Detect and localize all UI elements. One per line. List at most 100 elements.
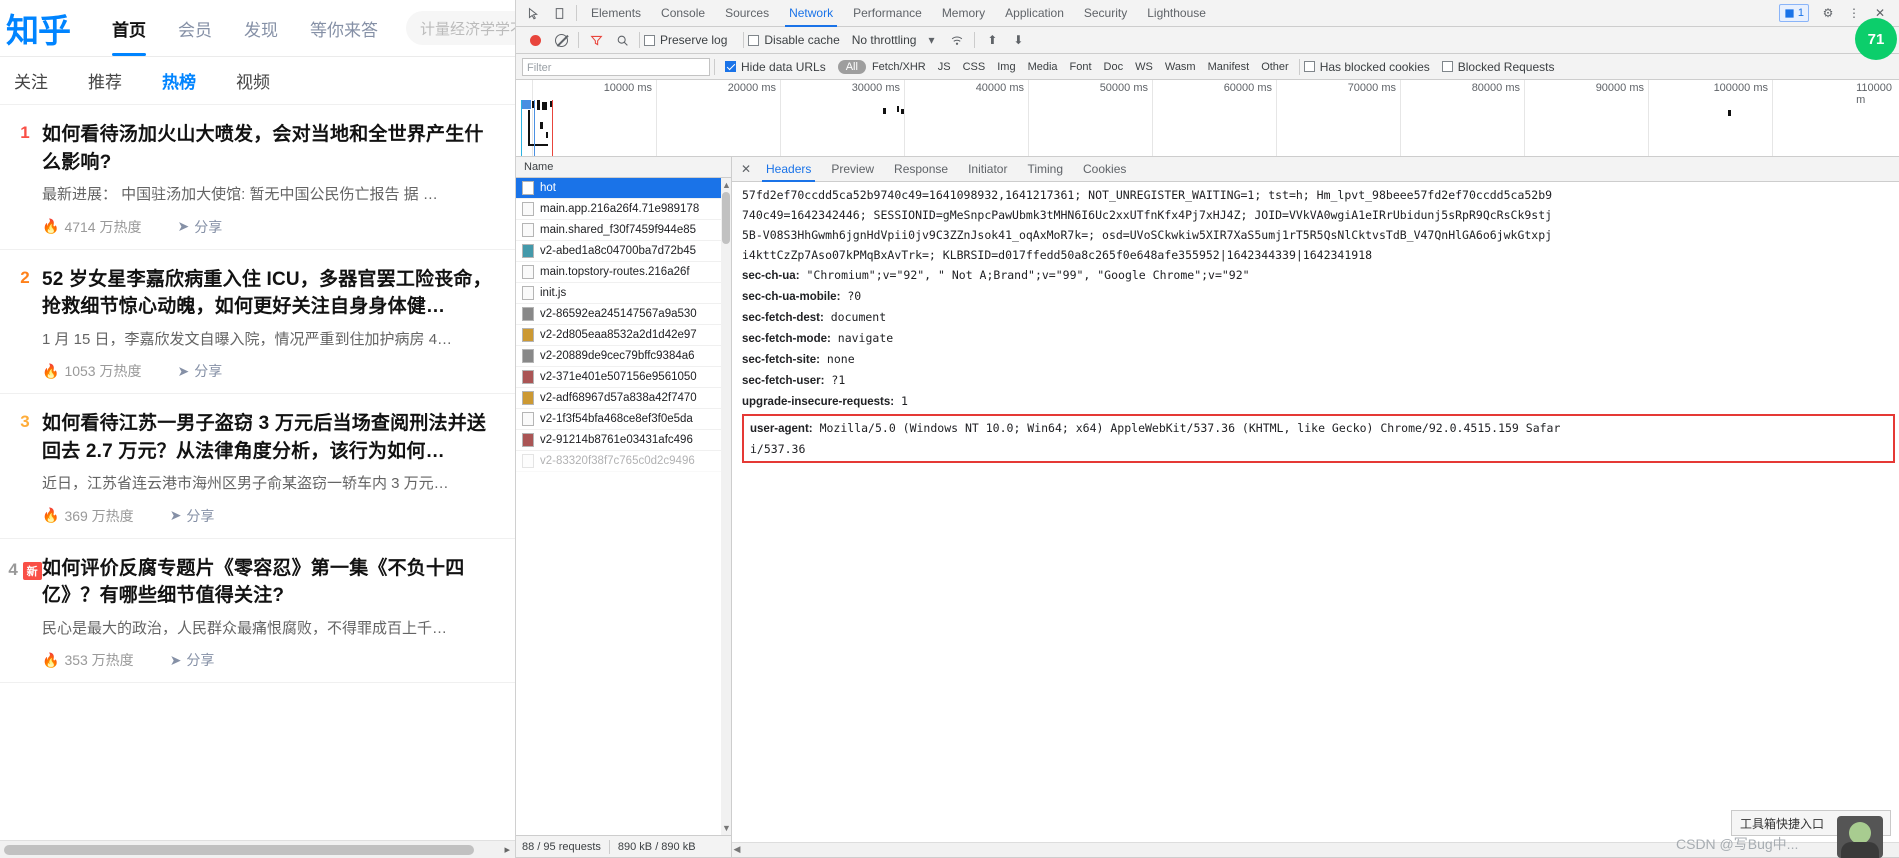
item-title[interactable]: 如何评价反腐专题片《零容忍》第一集《不负十四亿》？有哪些细节值得关注? bbox=[42, 555, 501, 610]
blocked-requests-checkbox[interactable]: Blocked Requests bbox=[1441, 60, 1555, 74]
item-title[interactable]: 如何看待江苏一男子盗窃 3 万元后当场查阅刑法并送回去 2.7 万元？从法律角度… bbox=[42, 410, 501, 465]
zhihu-logo[interactable]: 知乎 bbox=[6, 4, 71, 52]
header-value: Mozilla/5.0 (Windows NT 10.0; Win64; x64… bbox=[819, 421, 1561, 435]
column-header-name[interactable]: Name bbox=[516, 157, 731, 178]
nav-item-answer[interactable]: 等你来答 bbox=[294, 0, 394, 56]
tab-elements[interactable]: Elements bbox=[581, 0, 651, 27]
filter-type-other[interactable]: Other bbox=[1255, 61, 1295, 73]
filter-type-wasm[interactable]: Wasm bbox=[1159, 61, 1202, 73]
chevron-down-icon[interactable]: ▾ bbox=[918, 28, 944, 52]
chevron-right-icon[interactable]: ▸ bbox=[504, 843, 510, 856]
share-button[interactable]: ➤ 分享 bbox=[177, 361, 222, 381]
devtools-panel: Elements Console Sources Network Perform… bbox=[516, 0, 1899, 858]
inspect-element-icon[interactable] bbox=[520, 1, 546, 25]
tab-memory[interactable]: Memory bbox=[932, 0, 995, 27]
close-detail-icon[interactable]: ✕ bbox=[736, 162, 756, 176]
ruler-tick: 50000 ms bbox=[1099, 82, 1148, 94]
request-row[interactable]: v2-adf68967d57a838a42f7470 bbox=[516, 388, 731, 409]
share-button[interactable]: ➤ 分享 bbox=[170, 650, 215, 670]
filter-type-css[interactable]: CSS bbox=[957, 61, 992, 73]
preserve-log-checkbox[interactable]: Preserve log bbox=[644, 33, 727, 47]
scrollbar-thumb[interactable] bbox=[4, 844, 474, 855]
nav-item-discover[interactable]: 发现 bbox=[228, 0, 294, 56]
filter-type-js[interactable]: JS bbox=[932, 61, 957, 73]
scroll-down-arrow[interactable]: ▼ bbox=[722, 821, 731, 835]
tab-recommend[interactable]: 推荐 bbox=[88, 68, 122, 93]
throttling-select[interactable]: No throttling bbox=[852, 33, 917, 47]
network-conditions-icon[interactable] bbox=[944, 28, 970, 52]
nav-item-member[interactable]: 会员 bbox=[162, 0, 228, 56]
tab-hotlist[interactable]: 热榜 bbox=[162, 68, 196, 93]
filter-type-all[interactable]: All bbox=[837, 59, 866, 74]
filter-type-img[interactable]: Img bbox=[991, 61, 1021, 73]
detail-tab-cookies[interactable]: Cookies bbox=[1073, 157, 1136, 182]
filter-type-media[interactable]: Media bbox=[1022, 61, 1064, 73]
scrollbar-thumb[interactable] bbox=[722, 192, 730, 244]
issues-badge[interactable]: 1 bbox=[1778, 4, 1809, 22]
horizontal-scrollbar[interactable]: ▸ bbox=[0, 840, 515, 858]
tab-security[interactable]: Security bbox=[1074, 0, 1137, 27]
request-row[interactable]: v2-91214b8761e03431afc496 bbox=[516, 430, 731, 451]
tab-network[interactable]: Network bbox=[779, 0, 843, 27]
image-icon bbox=[522, 328, 534, 342]
tab-follow[interactable]: 关注 bbox=[14, 68, 48, 93]
disable-cache-checkbox[interactable]: Disable cache bbox=[748, 33, 840, 47]
detail-tab-headers[interactable]: Headers bbox=[756, 157, 821, 182]
scroll-left-arrow[interactable]: ◀ bbox=[732, 843, 742, 856]
item-title[interactable]: 52 岁女星李嘉欣病重入住 ICU，多器官罢工险丧命，抢救细节惊心动魄，如何更好… bbox=[42, 266, 501, 321]
share-button[interactable]: ➤ 分享 bbox=[170, 506, 215, 526]
search-input[interactable]: 计量经济学学不 bbox=[406, 11, 515, 45]
request-list[interactable]: hot main.app.216a26f4.71e989178 main.sha… bbox=[516, 178, 731, 835]
tab-lighthouse[interactable]: Lighthouse bbox=[1137, 0, 1216, 27]
request-row[interactable]: v2-1f3f54bfa468ce8ef3f0e5da bbox=[516, 409, 731, 430]
gear-icon[interactable]: ⚙ bbox=[1815, 1, 1841, 25]
list-item[interactable]: 2 52 岁女星李嘉欣病重入住 ICU，多器官罢工险丧命，抢救细节惊心动魄，如何… bbox=[0, 250, 515, 395]
tab-sources[interactable]: Sources bbox=[715, 0, 779, 27]
request-row[interactable]: v2-83320f38f7c765c0d2c9496 bbox=[516, 451, 731, 472]
request-row[interactable]: hot bbox=[516, 178, 731, 199]
import-har-icon[interactable]: ⬆ bbox=[979, 28, 1005, 52]
request-row[interactable]: v2-371e401e507156e9561050 bbox=[516, 367, 731, 388]
record-button[interactable] bbox=[522, 28, 548, 52]
network-overview[interactable]: 10000 ms 20000 ms 30000 ms 40000 ms 5000… bbox=[516, 80, 1899, 157]
request-row[interactable]: v2-2d805eaa8532a2d1d42e97 bbox=[516, 325, 731, 346]
clear-button[interactable] bbox=[548, 28, 574, 52]
item-title[interactable]: 如何看待汤加火山大喷发，会对当地和全世界产生什么影响? bbox=[42, 121, 501, 176]
hide-data-urls-checkbox[interactable]: Hide data URLs bbox=[725, 60, 826, 74]
list-item[interactable]: 3 如何看待江苏一男子盗窃 3 万元后当场查阅刑法并送回去 2.7 万元？从法律… bbox=[0, 394, 515, 539]
detail-tab-timing[interactable]: Timing bbox=[1017, 157, 1073, 182]
request-row[interactable]: main.app.216a26f4.71e989178 bbox=[516, 199, 731, 220]
filter-icon[interactable] bbox=[583, 28, 609, 52]
filter-type-fetchxhr[interactable]: Fetch/XHR bbox=[866, 61, 932, 73]
request-row[interactable]: v2-20889de9cec79bffc9384a6 bbox=[516, 346, 731, 367]
tab-application[interactable]: Application bbox=[995, 0, 1074, 27]
list-item[interactable]: 4 新 如何评价反腐专题片《零容忍》第一集《不负十四亿》？有哪些细节值得关注? … bbox=[0, 539, 515, 684]
search-icon[interactable] bbox=[609, 28, 635, 52]
detail-tab-preview[interactable]: Preview bbox=[821, 157, 884, 182]
devtools-tabbar: Elements Console Sources Network Perform… bbox=[516, 0, 1899, 27]
share-button[interactable]: ➤ 分享 bbox=[177, 217, 222, 237]
filter-type-doc[interactable]: Doc bbox=[1098, 61, 1130, 73]
tab-console[interactable]: Console bbox=[651, 0, 715, 27]
request-list-scrollbar[interactable]: ▲ ▼ bbox=[721, 178, 731, 835]
request-row[interactable]: main.topstory-routes.216a26f bbox=[516, 262, 731, 283]
tab-video[interactable]: 视频 bbox=[236, 68, 270, 93]
filter-type-manifest[interactable]: Manifest bbox=[1202, 61, 1256, 73]
filter-type-font[interactable]: Font bbox=[1064, 61, 1098, 73]
list-item[interactable]: 1 如何看待汤加火山大喷发，会对当地和全世界产生什么影响? 最新进展： 中国驻汤… bbox=[0, 105, 515, 250]
detail-tab-response[interactable]: Response bbox=[884, 157, 958, 182]
filter-input[interactable]: Filter bbox=[522, 57, 710, 76]
request-row[interactable]: main.shared_f30f7459f944e85 bbox=[516, 220, 731, 241]
user-agent-highlight: user-agent: Mozilla/5.0 (Windows NT 10.0… bbox=[742, 414, 1895, 463]
filter-type-ws[interactable]: WS bbox=[1129, 61, 1159, 73]
tab-performance[interactable]: Performance bbox=[843, 0, 932, 27]
nav-item-home[interactable]: 首页 bbox=[96, 0, 162, 56]
request-row[interactable]: init.js bbox=[516, 283, 731, 304]
request-row[interactable]: v2-86592ea245147567a9a530 bbox=[516, 304, 731, 325]
device-toolbar-icon[interactable] bbox=[546, 1, 572, 25]
request-row[interactable]: v2-abed1a8c04700ba7d72b45 bbox=[516, 241, 731, 262]
has-blocked-cookies-checkbox[interactable]: Has blocked cookies bbox=[1303, 60, 1430, 74]
detail-tab-initiator[interactable]: Initiator bbox=[958, 157, 1017, 182]
export-har-icon[interactable]: ⬇ bbox=[1005, 28, 1031, 52]
scroll-up-arrow[interactable]: ▲ bbox=[722, 178, 731, 192]
